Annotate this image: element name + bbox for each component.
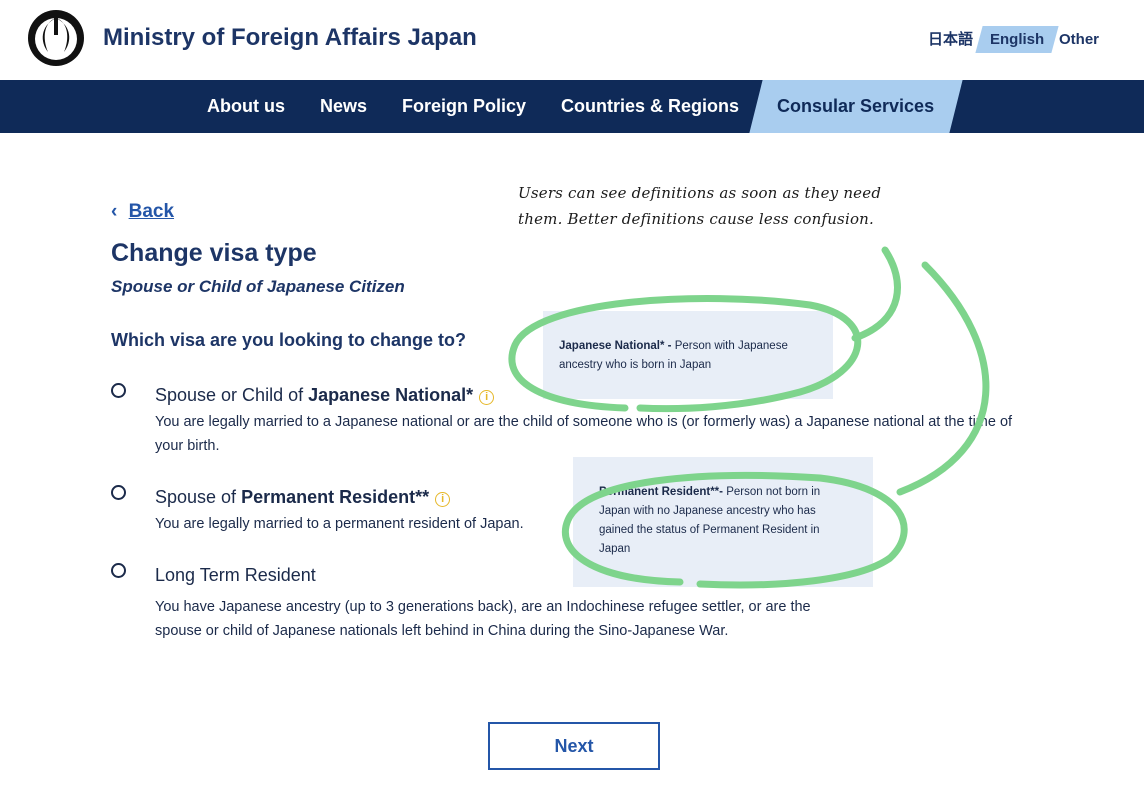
nav-item-consular-services[interactable]: Consular Services [777,80,934,133]
radio-spouse-permanent-resident[interactable] [111,485,126,500]
annotation-note: Users can see definitions as soon as the… [518,184,882,228]
option-description-japanese-national: You are legally married to a Japanese na… [155,414,1013,454]
option-title-japanese-national[interactable]: Spouse or Child of Japanese National* i [155,385,495,406]
back-label: Back [128,201,175,222]
page-subtitle: Spouse or Child of Japanese Citizen [111,277,405,296]
site-header: Ministry of Foreign Affairs Japan 日本語 En… [0,0,1144,80]
site-title[interactable]: Ministry of Foreign Affairs Japan [103,24,477,52]
definition-permanent-resident: Permanent Resident**- Person not born in… [573,457,873,587]
main-nav: About us News Foreign Policy Countries &… [0,80,1144,133]
option-description-permanent-resident: You are legally married to a permanent r… [155,516,524,532]
page-title: Change visa type [111,239,317,267]
question-heading: Which visa are you looking to change to? [111,330,467,350]
radio-spouse-child-japanese-national[interactable] [111,383,126,398]
language-other[interactable]: Other [1059,26,1099,54]
info-icon[interactable]: i [479,390,495,405]
language-japanese[interactable]: 日本語 [928,26,973,54]
mofa-logo-icon[interactable] [26,8,86,68]
next-button[interactable]: Next [488,722,660,770]
nav-item-foreign-policy[interactable]: Foreign Policy [402,80,526,133]
info-icon[interactable]: i [435,492,451,507]
language-english[interactable]: English [990,26,1044,54]
nav-item-countries-regions[interactable]: Countries & Regions [561,80,739,133]
option-title-long-term-resident[interactable]: Long Term Resident [155,565,316,586]
radio-long-term-resident[interactable] [111,563,126,578]
option-description-long-term-resident: You have Japanese ancestry (up to 3 gene… [155,599,811,639]
nav-item-news[interactable]: News [320,80,367,133]
nav-item-about-us[interactable]: About us [207,80,285,133]
definition-japanese-national: Japanese National* - Person with Japanes… [543,311,833,399]
chevron-left-icon: ‹ [111,201,118,222]
back-link[interactable]: ‹ Back [111,201,174,223]
option-title-permanent-resident[interactable]: Spouse of Permanent Resident** i [155,487,451,508]
